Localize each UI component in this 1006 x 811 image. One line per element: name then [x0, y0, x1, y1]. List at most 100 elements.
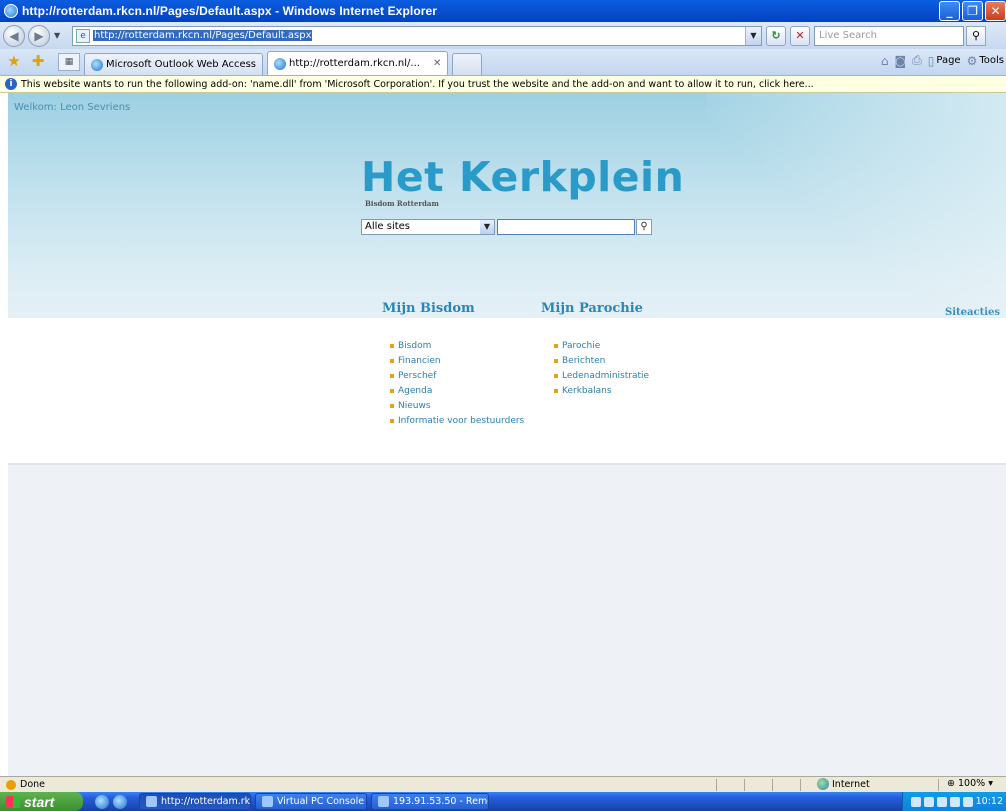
ie-page-icon	[274, 57, 287, 70]
ie-quicklaunch-icon[interactable]	[113, 794, 127, 809]
status-divider	[938, 779, 939, 791]
search-scope-select[interactable]: Alle sites ▼	[361, 219, 495, 235]
taskbar-button-ie[interactable]: http://rotterdam.rkcn...	[139, 793, 251, 810]
taskbar-button-virtual-pc[interactable]: Virtual PC Console	[255, 793, 367, 810]
taskbar-button-label: 193.91.53.50 - Remo...	[393, 796, 488, 807]
back-arrow-icon: ◀	[9, 28, 19, 43]
forward-arrow-icon: ▶	[34, 28, 44, 43]
system-tray: 10:12	[902, 792, 1006, 811]
tab-bar: ★ ✚ ▦ Microsoft Outlook Web Access http:…	[0, 49, 1006, 76]
quick-launch	[95, 794, 135, 809]
zone-label: Internet	[832, 778, 870, 790]
link-parochie[interactable]: Parochie	[554, 339, 649, 354]
link-perschef[interactable]: Perschef	[390, 369, 524, 384]
infobar-text: This website wants to run the following …	[21, 78, 814, 90]
print-button[interactable]: ⎙	[912, 53, 922, 68]
forward-button[interactable]: ▶	[28, 24, 50, 47]
link-informatie-bestuurders[interactable]: Informatie voor bestuurders	[390, 414, 524, 429]
window-title: http://rotterdam.rkcn.nl/Pages/Default.a…	[22, 4, 438, 18]
tools-menu[interactable]: ⚙ Tools	[967, 54, 1004, 68]
address-url[interactable]: http://rotterdam.rkcn.nl/Pages/Default.a…	[93, 30, 313, 41]
link-financien[interactable]: Financien	[390, 354, 524, 369]
search-scope-value: Alle sites	[365, 221, 410, 232]
bisdom-links: Bisdom Financien Perschef Agenda Nieuws …	[390, 339, 524, 429]
status-divider	[716, 779, 717, 791]
ie-page-icon	[146, 796, 157, 807]
status-divider	[744, 779, 745, 791]
web-page: Welkom: Leon Sevriens Het Kerkplein Bisd…	[8, 93, 1006, 776]
live-search-input[interactable]: Live Search	[814, 25, 964, 46]
link-bisdom[interactable]: Bisdom	[390, 339, 524, 354]
ie-quicklaunch-icon[interactable]	[95, 794, 109, 809]
refresh-button[interactable]: ↻	[766, 25, 786, 46]
status-text: Done	[20, 779, 45, 790]
stop-button[interactable]: ✕	[790, 25, 810, 46]
status-bar: Done Internet ⊕ 100% ▾	[0, 776, 1006, 792]
taskbar-button-label: Virtual PC Console	[277, 796, 365, 807]
link-kerkbalans[interactable]: Kerkbalans	[554, 384, 649, 399]
virtual-pc-icon	[262, 796, 273, 807]
window-titlebar[interactable]: http://rotterdam.rkcn.nl/Pages/Default.a…	[0, 0, 1006, 22]
parochie-links: Parochie Berichten Ledenadministratie Ke…	[554, 339, 649, 399]
globe-icon	[817, 778, 829, 790]
zoom-level[interactable]: ⊕ 100% ▾	[947, 778, 993, 789]
tray-icon[interactable]	[949, 796, 960, 807]
status-divider	[800, 779, 801, 791]
taskbar-button-remote[interactable]: 193.91.53.50 - Remo...	[371, 793, 489, 810]
tray-icon[interactable]	[936, 796, 947, 807]
site-actions-menu[interactable]: Siteacties	[945, 307, 1000, 318]
address-dropdown-icon[interactable]: ▼	[745, 26, 761, 45]
nav-heading-mijn-parochie[interactable]: Mijn Parochie	[541, 301, 643, 316]
minimize-button[interactable]: _	[939, 1, 960, 21]
link-nieuws[interactable]: Nieuws	[390, 399, 524, 414]
tab-outlook[interactable]: Microsoft Outlook Web Access	[84, 53, 264, 75]
add-favorites-icon[interactable]: ✚	[28, 51, 48, 71]
ie-logo-icon	[4, 4, 18, 18]
windows-logo-icon	[6, 795, 20, 808]
site-search-input[interactable]	[497, 219, 635, 235]
start-button[interactable]: start	[0, 792, 83, 811]
address-bar[interactable]: e http://rotterdam.rkcn.nl/Pages/Default…	[72, 25, 762, 46]
link-berichten[interactable]: Berichten	[554, 354, 649, 369]
site-logo[interactable]: Het Kerkplein	[361, 153, 684, 201]
search-icon[interactable]: ⚲	[966, 25, 986, 46]
tab-label: http://rotterdam.rkcn.nl/...	[289, 58, 420, 69]
tray-icon[interactable]	[910, 796, 921, 807]
warning-icon	[6, 779, 16, 790]
feeds-button[interactable]: ◙	[895, 54, 907, 68]
welcome-menu[interactable]: Welkom: Leon Sevriens	[14, 102, 130, 113]
link-agenda[interactable]: Agenda	[390, 384, 524, 399]
favorites-star-icon[interactable]: ★	[4, 51, 24, 71]
page-icon: ▯	[927, 53, 935, 68]
tab-close-icon[interactable]: ✕	[433, 58, 441, 69]
rss-feed-icon: ◙	[894, 53, 907, 68]
security-zone[interactable]: Internet	[817, 778, 870, 790]
chevron-down-icon: ▾	[988, 778, 993, 789]
link-ledenadministratie[interactable]: Ledenadministratie	[554, 369, 649, 384]
site-header: Welkom: Leon Sevriens Het Kerkplein Bisd…	[8, 93, 1006, 318]
tools-menu-label: Tools	[979, 55, 1004, 66]
close-button[interactable]: ✕	[985, 1, 1006, 21]
window-controls: _ ❐ ✕	[939, 1, 1006, 21]
volume-icon[interactable]	[962, 796, 973, 807]
maximize-button[interactable]: ❐	[962, 1, 983, 21]
ie-page-icon	[91, 58, 103, 71]
address-toolbar: ◀ ▶ ▼ e http://rotterdam.rkcn.nl/Pages/D…	[0, 22, 1006, 49]
tab-rotterdam[interactable]: http://rotterdam.rkcn.nl/... ✕	[267, 51, 449, 75]
home-icon: ⌂	[880, 53, 889, 68]
new-tab-button[interactable]	[452, 53, 483, 75]
printer-icon: ⎙	[912, 53, 922, 67]
home-button[interactable]: ⌂	[881, 54, 889, 68]
quick-tabs-icon[interactable]: ▦	[58, 53, 80, 71]
clock[interactable]: 10:12	[976, 796, 1003, 807]
nav-heading-mijn-bisdom[interactable]: Mijn Bisdom	[382, 301, 475, 316]
zoom-icon: ⊕	[947, 778, 955, 789]
back-button[interactable]: ◀	[3, 24, 25, 47]
tray-icon[interactable]	[923, 796, 934, 807]
history-dropdown-icon[interactable]: ▼	[54, 31, 66, 40]
start-label: start	[24, 793, 55, 810]
status-divider	[772, 779, 773, 791]
information-bar[interactable]: i This website wants to run the followin…	[0, 76, 1006, 93]
search-icon[interactable]: ⚲	[636, 219, 652, 235]
page-menu[interactable]: ▯ Page	[928, 54, 961, 68]
